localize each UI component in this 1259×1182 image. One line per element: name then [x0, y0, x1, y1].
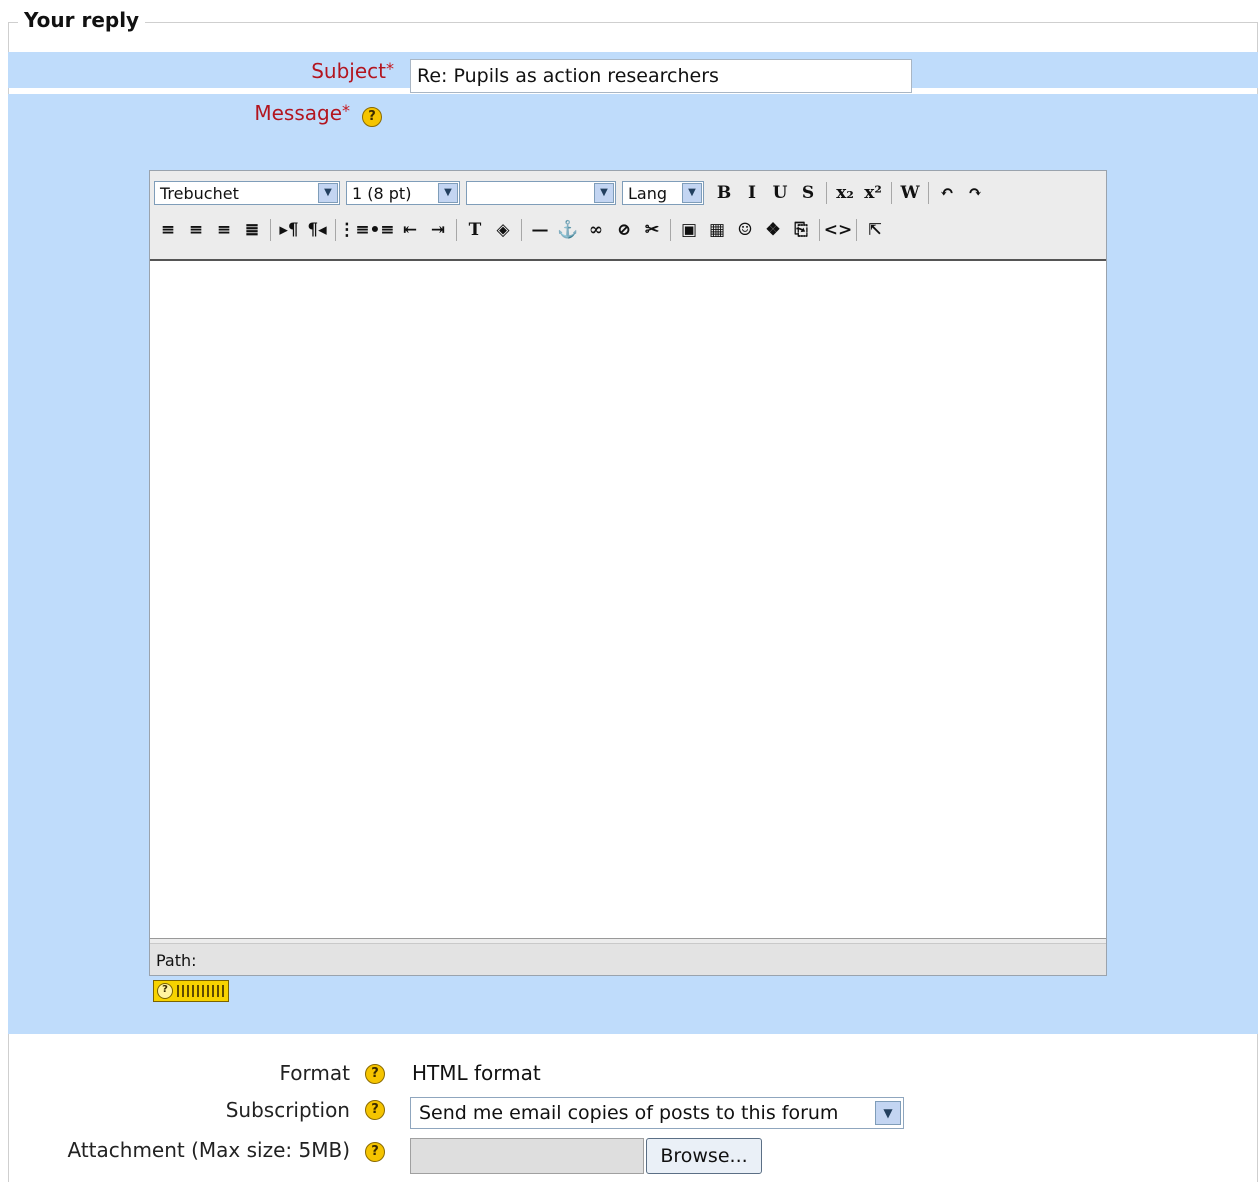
outdent-button[interactable]: ⇤	[396, 217, 424, 243]
chevron-down-icon: ▼	[875, 1101, 901, 1125]
font-select[interactable]: Trebuchet ▼	[154, 181, 340, 205]
toolbar-separator	[891, 182, 892, 204]
attachment-file-field[interactable]	[410, 1138, 644, 1174]
toolbar-separator	[856, 219, 857, 241]
help-icon[interactable]: ?	[362, 107, 382, 127]
toolbar-separator	[456, 219, 457, 241]
toolbar-separator	[928, 182, 929, 204]
toolbar-separator	[521, 219, 522, 241]
smiley-button[interactable]: ☺	[731, 217, 759, 243]
attachment-label: Attachment (Max size: 5MB)	[67, 1138, 351, 1162]
chevron-down-icon: ▼	[594, 183, 614, 203]
unordered-list-button[interactable]: •≡	[368, 217, 396, 243]
subscription-label: Subscription	[225, 1098, 350, 1122]
editor-path: Path:	[150, 943, 1106, 975]
size-select[interactable]: 1 (8 pt) ▼	[346, 181, 460, 205]
ordered-list-button[interactable]: ⋮≡	[338, 217, 369, 243]
anchor-button[interactable]: ⚓	[554, 217, 582, 243]
lang-select[interactable]: Lang ▼	[622, 181, 704, 205]
align-center-button[interactable]: ≡	[182, 217, 210, 243]
subscript-button[interactable]: x₂	[831, 180, 859, 206]
align-left-button[interactable]: ≡	[154, 217, 182, 243]
browse-button[interactable]: Browse...	[646, 1138, 762, 1174]
fieldset-legend: Your reply	[18, 8, 146, 32]
toolbar-row-2: ≡ ≡ ≡ ≣ ▸¶ ¶◂ ⋮≡ •≡ ⇤ ⇥ T ◈ — ⚓ ∞ ⊘ ✂ ▣ ▦ ☺ ❖ ⎘ <> ⇱	[154, 215, 889, 245]
style-select[interactable]: ▼	[466, 181, 616, 205]
indent-button[interactable]: ⇥	[424, 217, 452, 243]
html-editor: Trebuchet ▼ 1 (8 pt) ▼ ▼ Lang ▼ B I U Sx₂ x² W ↶ ↷…	[149, 170, 1107, 976]
link-button[interactable]: ∞	[582, 217, 610, 243]
undo-button[interactable]: ↶	[933, 180, 961, 206]
toolbar-row-1: Trebuchet ▼ 1 (8 pt) ▼ ▼ Lang ▼ B I U Sx₂ x² W ↶ ↷	[154, 178, 989, 208]
subscription-select[interactable]: Send me email copies of posts to this fo…	[410, 1097, 904, 1129]
italic-button[interactable]: I	[738, 180, 766, 206]
message-label: Message*	[254, 101, 350, 125]
subject-label: Subject*	[311, 59, 394, 83]
search-replace-button[interactable]: ⎘	[787, 217, 815, 243]
bold-button[interactable]: B	[710, 180, 738, 206]
help-icon[interactable]: ?	[365, 1064, 385, 1084]
html-source-button[interactable]: <>	[824, 217, 853, 243]
subject-input[interactable]	[410, 59, 912, 93]
keyboard-help-icon[interactable]: ?	[153, 980, 229, 1002]
chevron-down-icon: ▼	[682, 183, 702, 203]
special-char-button[interactable]: ❖	[759, 217, 787, 243]
strikethrough-button[interactable]: S	[794, 180, 822, 206]
help-icon[interactable]: ?	[365, 1142, 385, 1162]
underline-button[interactable]: U	[766, 180, 794, 206]
fullscreen-button[interactable]: ⇱	[861, 217, 889, 243]
clean-word-button[interactable]: W	[896, 180, 924, 206]
align-right-button[interactable]: ≡	[210, 217, 238, 243]
editor-content-area[interactable]	[150, 259, 1106, 939]
chevron-down-icon: ▼	[318, 183, 338, 203]
format-value: HTML format	[412, 1061, 541, 1085]
insert-table-button[interactable]: ▦	[703, 217, 731, 243]
ltr-button[interactable]: ▸¶	[275, 217, 303, 243]
background-color-button[interactable]: ◈	[489, 217, 517, 243]
toolbar-buttons-1: B I U Sx₂ x² W ↶ ↷	[710, 180, 989, 206]
justify-button[interactable]: ≣	[238, 217, 266, 243]
horizontal-rule-button[interactable]: —	[526, 217, 554, 243]
toolbar-separator	[335, 219, 336, 241]
text-color-button[interactable]: T	[461, 217, 489, 243]
toolbar-separator	[670, 219, 671, 241]
insert-image-button[interactable]: ▣	[675, 217, 703, 243]
redo-button[interactable]: ↷	[961, 180, 989, 206]
superscript-button[interactable]: x²	[859, 180, 887, 206]
toolbar-separator	[826, 182, 827, 204]
chevron-down-icon: ▼	[438, 183, 458, 203]
format-label: Format	[279, 1061, 350, 1085]
nolink-button[interactable]: ✂	[638, 217, 666, 243]
toolbar-separator	[270, 219, 271, 241]
toolbar-separator	[819, 219, 820, 241]
help-icon[interactable]: ?	[365, 1100, 385, 1120]
unlink-button[interactable]: ⊘	[610, 217, 638, 243]
rtl-button[interactable]: ¶◂	[303, 217, 331, 243]
toolbar-buttons-2: ≡ ≡ ≡ ≣ ▸¶ ¶◂ ⋮≡ •≡ ⇤ ⇥ T ◈ — ⚓ ∞ ⊘ ✂ ▣ ▦ ☺ ❖ ⎘ <> ⇱	[154, 217, 889, 243]
